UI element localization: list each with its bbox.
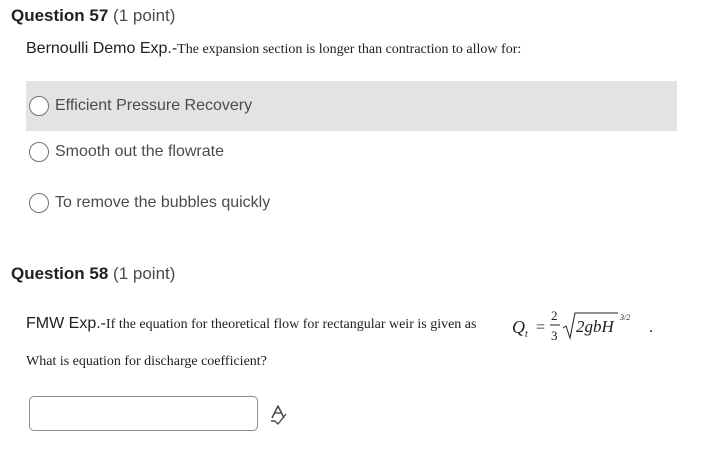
formula-equals: = [536,319,545,336]
prompt-body: If the equation for theoretical flow for… [106,317,477,332]
formula-lhs-subscript: t [525,329,528,340]
question-58-prompt: FMW Exp.-If the equation for theoretical… [26,315,476,333]
option-label: Efficient Pressure Recovery [55,97,253,114]
formula-trailing-period: . [649,319,653,336]
formula-lhs: Q [512,317,525,337]
option-smooth-out-flowrate[interactable]: Smooth out the flowrate [26,127,677,177]
answer-input[interactable] [29,396,258,431]
radio-button[interactable] [29,142,49,162]
question-number: Question 58 [11,264,109,283]
prompt-lead: Bernoulli Demo Exp.- [26,40,178,57]
formula-exponent: 3/2 [619,313,630,322]
equation-editor-icon[interactable] [268,403,290,425]
option-label: Smooth out the flowrate [55,143,224,160]
question-57-title: Question 57 (1 point) [11,6,175,26]
question-points: (1 point) [113,6,176,25]
question-57-prompt: Bernoulli Demo Exp.-The expansion sectio… [26,40,521,58]
formula-radicand: 2gbH [576,317,616,336]
radio-button[interactable] [29,193,49,213]
question-58-subquestion: What is equation for discharge coefficie… [26,352,267,370]
option-label: To remove the bubbles quickly [55,194,271,211]
formula-fraction-numerator: 2 [551,308,558,323]
option-remove-bubbles[interactable]: To remove the bubbles quickly [26,178,677,228]
formula-fraction-denominator: 3 [551,328,558,343]
prompt-lead: FMW Exp.- [26,315,106,332]
prompt-body: The expansion section is longer than con… [177,42,522,57]
weir-flow-formula: Q t = 2 3 2gbH 3/2 . [512,308,653,343]
option-efficient-pressure-recovery[interactable]: Efficient Pressure Recovery [26,81,677,131]
question-points: (1 point) [113,264,176,283]
radio-button[interactable] [29,96,49,116]
question-58-title: Question 58 (1 point) [11,264,175,284]
subquestion-text: What is equation for discharge coefficie… [26,354,267,369]
question-number: Question 57 [11,6,109,25]
